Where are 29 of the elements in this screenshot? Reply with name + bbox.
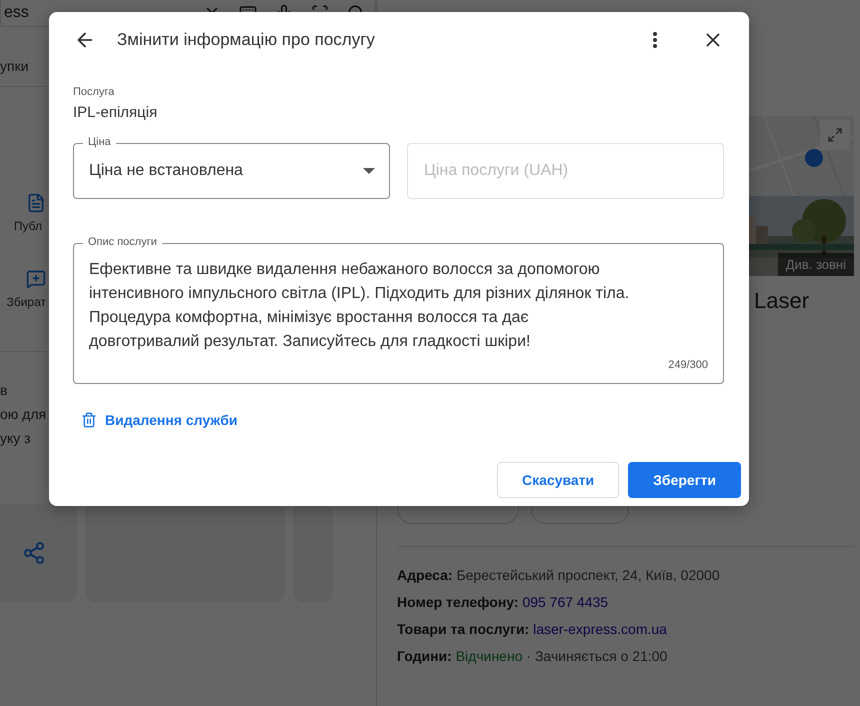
info-line: Номер телефону: 095 767 4435	[397, 594, 610, 610]
business-name: Laser	[754, 288, 810, 314]
field-value: IPL-епіляція	[73, 104, 158, 121]
caret-icon	[363, 168, 375, 174]
info-line: Години: Відчинено · Зачиняється о 21:00	[397, 648, 668, 664]
field-label: Опис послуги	[83, 235, 162, 249]
more-icon	[653, 32, 657, 48]
price-input[interactable]: Ціна послуги (UAH)	[407, 143, 724, 199]
tab[interactable]: упки	[0, 58, 29, 74]
dialog-title: Змінити інформацію про послугу	[117, 30, 376, 50]
field-label: Ціна	[83, 135, 116, 149]
section-text: уку з	[0, 430, 31, 446]
save-button[interactable]: Зберегти	[628, 462, 741, 498]
document-icon	[26, 193, 46, 213]
field-label: Послуга	[73, 86, 116, 98]
info-line: Адреса: Берестейський проспект, 24, Київ, 02000	[397, 567, 721, 583]
section-title: в	[0, 382, 8, 398]
delete-link[interactable]: Видалення служби	[81, 412, 238, 428]
share-icon	[22, 541, 46, 565]
expand-icon	[827, 127, 843, 143]
cancel-button[interactable]: Скасувати	[497, 462, 620, 498]
message-icon	[26, 269, 46, 289]
action-label[interactable]: Публ	[14, 219, 42, 233]
search-text: ess	[4, 4, 30, 22]
action-label[interactable]: Збират	[6, 295, 46, 309]
info-line: Товари та послуги: laser-express.com.ua	[397, 621, 668, 637]
expand-button[interactable]	[820, 120, 850, 150]
section-text: ою для	[0, 406, 46, 422]
trash-icon	[81, 412, 97, 428]
